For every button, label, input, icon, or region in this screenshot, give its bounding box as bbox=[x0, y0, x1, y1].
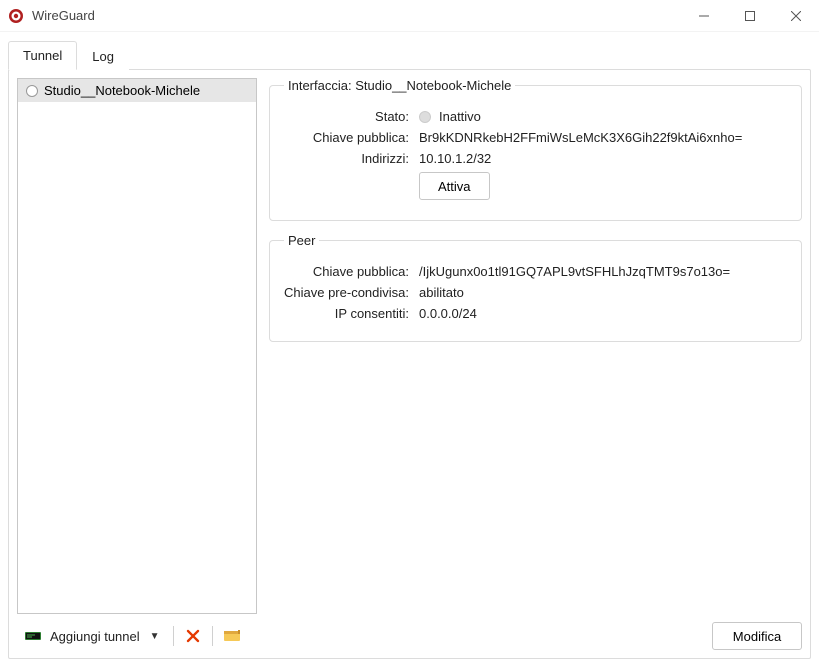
client-area: Studio__Notebook-Michele Interfaccia: St… bbox=[8, 69, 811, 659]
peer-allowedips-label: IP consentiti: bbox=[284, 306, 419, 321]
tunnel-list[interactable]: Studio__Notebook-Michele bbox=[17, 78, 257, 614]
tunnel-status-dot-icon bbox=[26, 85, 38, 97]
edit-button[interactable]: Modifica bbox=[712, 622, 802, 650]
interface-addresses-label: Indirizzi: bbox=[284, 151, 419, 166]
delete-tunnel-button[interactable] bbox=[182, 625, 204, 647]
tab-bar: Tunnel Log bbox=[0, 32, 819, 69]
activate-button[interactable]: Attiva bbox=[419, 172, 490, 200]
interface-publickey-value: Br9kKDNRkebH2FFmiWsLeMcK3X6Gih22f9ktAi6x… bbox=[419, 130, 787, 145]
chevron-down-icon: ▼ bbox=[150, 631, 160, 642]
add-tunnel-label: Aggiungi tunnel bbox=[50, 629, 140, 644]
interface-status-dot-icon bbox=[419, 111, 431, 123]
tunnel-list-item-label: Studio__Notebook-Michele bbox=[44, 83, 200, 98]
interface-status-label: Stato: bbox=[284, 109, 419, 124]
separator bbox=[173, 626, 174, 646]
interface-status-value: Inattivo bbox=[439, 109, 481, 124]
minimize-button[interactable] bbox=[681, 0, 727, 32]
interface-group: Interfaccia: Studio__Notebook-Michele St… bbox=[269, 78, 802, 221]
add-tunnel-icon bbox=[22, 625, 44, 647]
peer-publickey-label: Chiave pubblica: bbox=[284, 264, 419, 279]
bottom-bar: Aggiungi tunnel ▼ Modifica bbox=[17, 614, 802, 650]
details-pane: Interfaccia: Studio__Notebook-Michele St… bbox=[269, 78, 802, 614]
peer-legend: Peer bbox=[284, 233, 319, 248]
interface-addresses-value: 10.10.1.2/32 bbox=[419, 151, 787, 166]
separator bbox=[212, 626, 213, 646]
tab-tunnel[interactable]: Tunnel bbox=[8, 41, 77, 70]
tab-log[interactable]: Log bbox=[77, 42, 129, 70]
peer-group: Peer Chiave pubblica: /IjkUgunx0o1tl91GQ… bbox=[269, 233, 802, 342]
app-title: WireGuard bbox=[32, 8, 95, 23]
app-icon bbox=[8, 8, 24, 24]
peer-allowedips-value: 0.0.0.0/24 bbox=[419, 306, 787, 321]
interface-publickey-label: Chiave pubblica: bbox=[284, 130, 419, 145]
titlebar: WireGuard bbox=[0, 0, 819, 32]
export-tunnel-button[interactable] bbox=[221, 625, 243, 647]
peer-presharedkey-value: abilitato bbox=[419, 285, 787, 300]
maximize-button[interactable] bbox=[727, 0, 773, 32]
peer-publickey-value: /IjkUgunx0o1tl91GQ7APL9vtSFHLhJzqTMT9s7o… bbox=[419, 264, 787, 279]
window-controls bbox=[681, 0, 819, 32]
tunnel-list-item[interactable]: Studio__Notebook-Michele bbox=[18, 79, 256, 102]
interface-legend: Interfaccia: Studio__Notebook-Michele bbox=[284, 78, 515, 93]
add-tunnel-button[interactable]: Aggiungi tunnel ▼ bbox=[17, 622, 165, 650]
close-button[interactable] bbox=[773, 0, 819, 32]
peer-presharedkey-label: Chiave pre-condivisa: bbox=[284, 285, 419, 300]
